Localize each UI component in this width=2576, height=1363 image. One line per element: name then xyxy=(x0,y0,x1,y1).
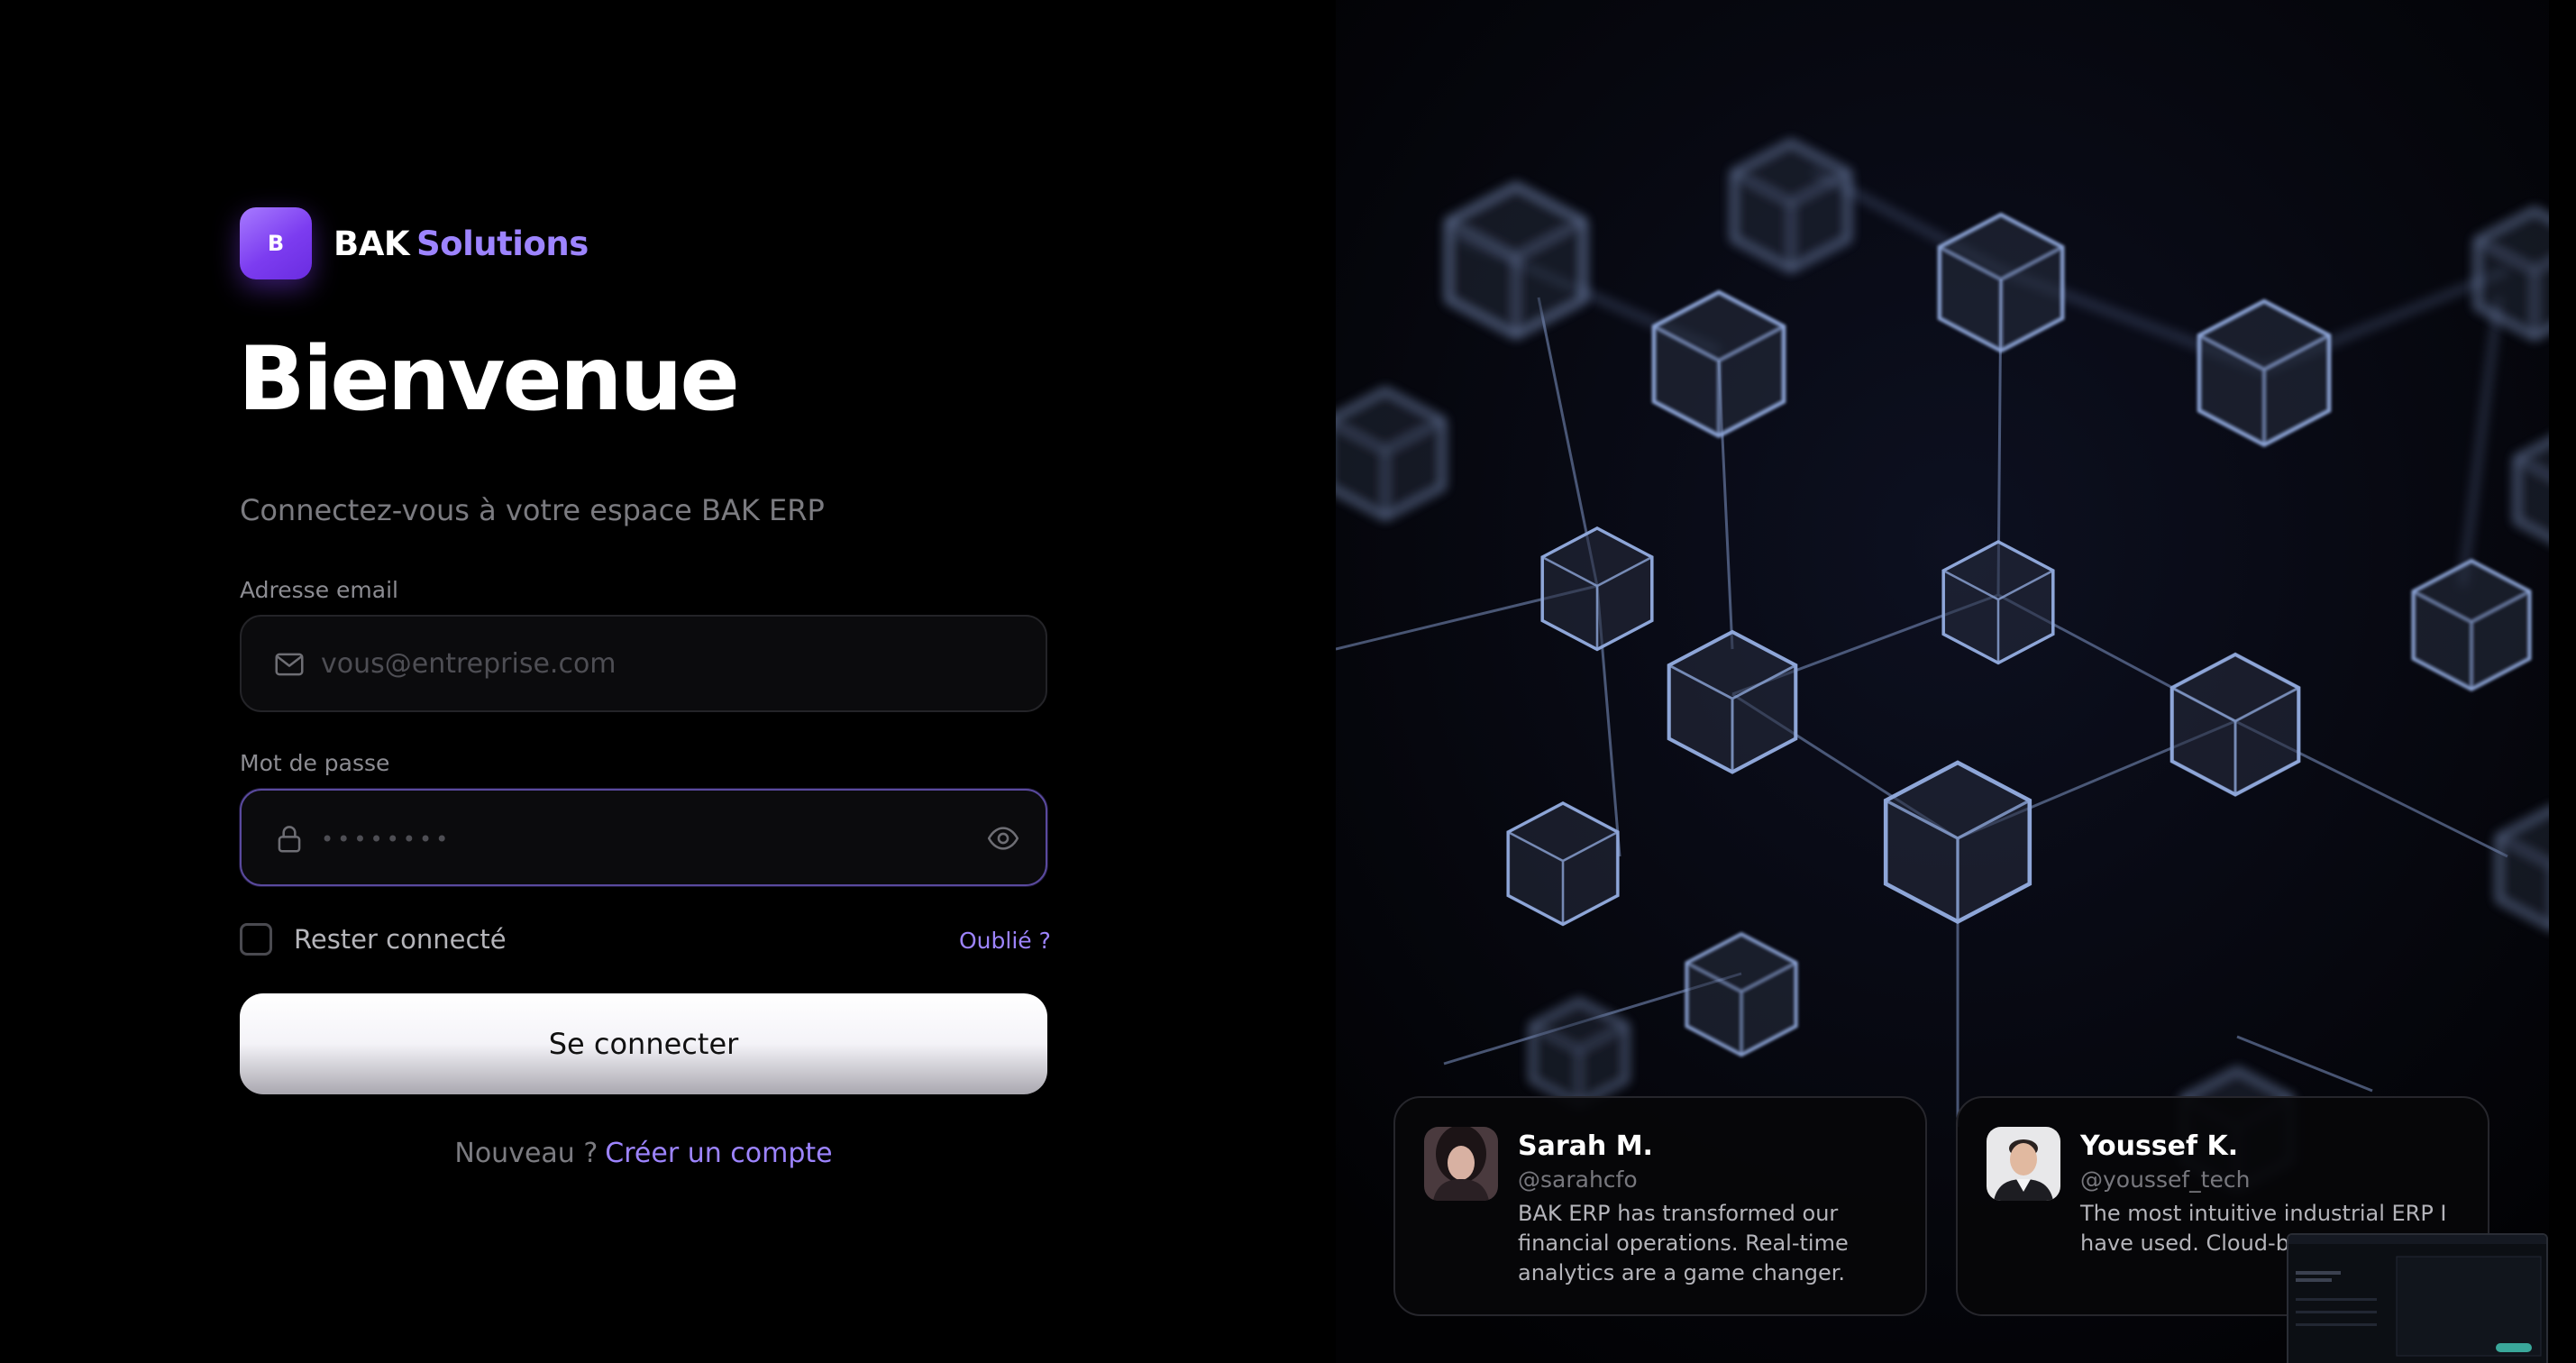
login-panel: B BAK Solutions Bienvenue Connectez-vous … xyxy=(0,0,1334,1363)
page-subtitle: Connectez-vous à votre espace BAK ERP xyxy=(240,493,825,527)
email-label: Adresse email xyxy=(240,577,398,603)
lock-icon xyxy=(278,826,301,853)
password-input[interactable] xyxy=(321,791,966,884)
forgot-password-link[interactable]: Oublié ? xyxy=(959,928,1051,954)
login-button[interactable]: Se connecter xyxy=(240,993,1047,1094)
mail-icon xyxy=(275,653,304,676)
email-field[interactable] xyxy=(240,615,1047,712)
brand-name-accent: Solutions xyxy=(416,224,589,263)
page-title: Bienvenue xyxy=(238,328,740,431)
email-input[interactable] xyxy=(321,617,966,710)
brand-name-primary: BAK xyxy=(333,224,410,263)
testimonial-name: Sarah M. xyxy=(1518,1130,1653,1162)
brand: B BAK Solutions xyxy=(240,207,589,279)
signup-prompt: Nouveau ? Créer un compte xyxy=(0,1138,1287,1169)
testimonial-card: Sarah M. @sarahcfo BAK ERP has transform… xyxy=(1393,1096,1927,1316)
testimonial-text: BAK ERP has transformed our financial op… xyxy=(1518,1201,1849,1285)
signup-question: Nouveau ? xyxy=(454,1138,598,1169)
hero-panel: Sarah M. @sarahcfo BAK ERP has transform… xyxy=(1336,0,2576,1363)
hero-edge xyxy=(2549,0,2576,1363)
eye-icon[interactable] xyxy=(984,821,1022,855)
signup-link[interactable]: Créer un compte xyxy=(605,1138,832,1169)
testimonial-handle: @sarahcfo xyxy=(1518,1166,1638,1193)
password-field[interactable] xyxy=(240,789,1047,886)
preview-thumbnail[interactable] xyxy=(2287,1233,2548,1363)
remember-me[interactable]: Rester connecté xyxy=(240,923,507,956)
password-label: Mot de passe xyxy=(240,750,390,776)
avatar xyxy=(1987,1127,2060,1201)
testimonial-handle: @youssef_tech xyxy=(2080,1166,2251,1193)
avatar xyxy=(1424,1127,1498,1201)
remember-label: Rester connecté xyxy=(294,924,507,955)
testimonial-name: Youssef K. xyxy=(2080,1130,2239,1162)
brand-logo: B xyxy=(240,207,312,279)
brand-name: BAK Solutions xyxy=(333,224,589,263)
remember-checkbox[interactable] xyxy=(240,923,272,956)
